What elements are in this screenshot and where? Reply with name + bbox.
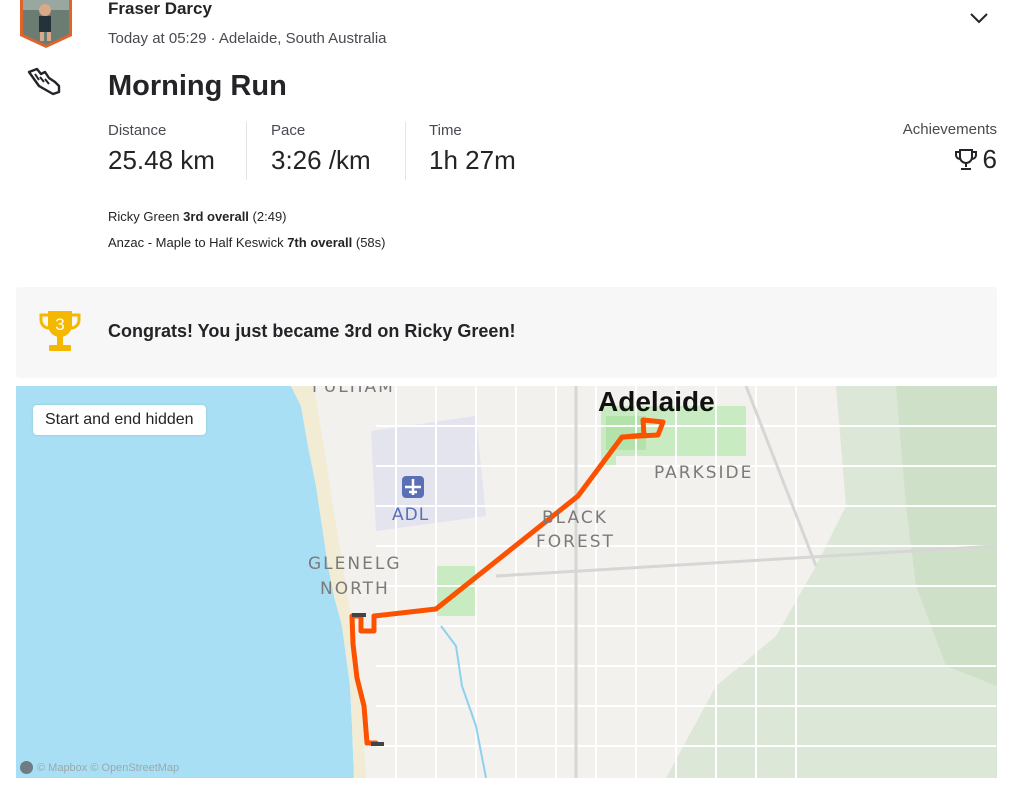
map-label-fulham: FULHAM — [312, 386, 395, 397]
stat-distance: Distance 25.48 km — [108, 122, 215, 176]
segment-effort[interactable]: Anzac - Maple to Half Keswick 7th overal… — [108, 235, 385, 250]
segment-effort[interactable]: Ricky Green 3rd overall (2:49) — [108, 209, 287, 224]
activity-datetime-location: Today at 05:29 · Adelaide, South Austral… — [108, 30, 387, 47]
stat-distance-label: Distance — [108, 122, 167, 139]
map-label-parkside: PARKSIDE — [654, 463, 754, 483]
achievement-banner: 3 Congrats! You just became 3rd on Ricky… — [16, 287, 997, 378]
mapbox-logo-icon — [20, 761, 33, 774]
segment-name: Anzac - Maple to Half Keswick — [108, 235, 284, 250]
gold-trophy-icon: 3 — [38, 309, 82, 357]
banner-rank-number: 3 — [55, 315, 64, 334]
segment-name: Ricky Green — [108, 209, 180, 224]
chevron-down-icon[interactable] — [966, 8, 992, 28]
running-shoe-icon — [25, 66, 65, 100]
achievements-count: 6 — [982, 144, 997, 174]
stat-time-label: Time — [429, 122, 462, 139]
stat-pace-label: Pace — [271, 122, 306, 139]
map-label-glenelg: GLENELG — [308, 554, 402, 574]
map-attribution[interactable]: © Mapbox © OpenStreetMap — [20, 761, 179, 774]
stat-divider — [405, 122, 406, 180]
map-label-adelaide: Adelaide — [598, 386, 715, 417]
segment-rank: 7th overall — [287, 235, 353, 250]
stat-pace-value: 3:26 /km — [271, 145, 371, 175]
start-end-hidden-pill: Start and end hidden — [33, 405, 206, 435]
segment-rank: 3rd overall — [183, 209, 249, 224]
banner-message: Congrats! You just became 3rd on Ricky G… — [108, 321, 516, 341]
stat-time-value: 1h 27m — [429, 145, 516, 175]
map-label-black: BLACK — [542, 508, 608, 528]
stat-time: Time 1h 27m — [429, 122, 516, 176]
map-label-airport: ADL — [392, 505, 430, 525]
trophy-icon — [954, 148, 977, 170]
athlete-name[interactable]: Fraser Darcy — [108, 0, 212, 19]
attribution-text: © Mapbox © OpenStreetMap — [37, 761, 180, 774]
stat-distance-value: 25.48 km — [108, 145, 215, 175]
stat-pace: Pace 3:26 /km — [271, 122, 371, 176]
segment-time: (58s) — [355, 235, 386, 250]
airport-icon — [402, 476, 424, 498]
sea — [16, 386, 354, 778]
stat-divider — [246, 122, 247, 180]
avatar[interactable] — [20, 0, 72, 48]
route-map[interactable]: Start and end hidden FULHAM Adelaide PAR… — [16, 386, 997, 778]
activity-title[interactable]: Morning Run — [108, 70, 287, 103]
map-label-forest: FOREST — [536, 532, 615, 552]
achievements-label: Achievements — [902, 121, 997, 138]
achievements[interactable]: Achievements 6 — [903, 121, 997, 175]
segment-time: (2:49) — [252, 209, 287, 224]
map-label-north: NORTH — [320, 579, 390, 599]
